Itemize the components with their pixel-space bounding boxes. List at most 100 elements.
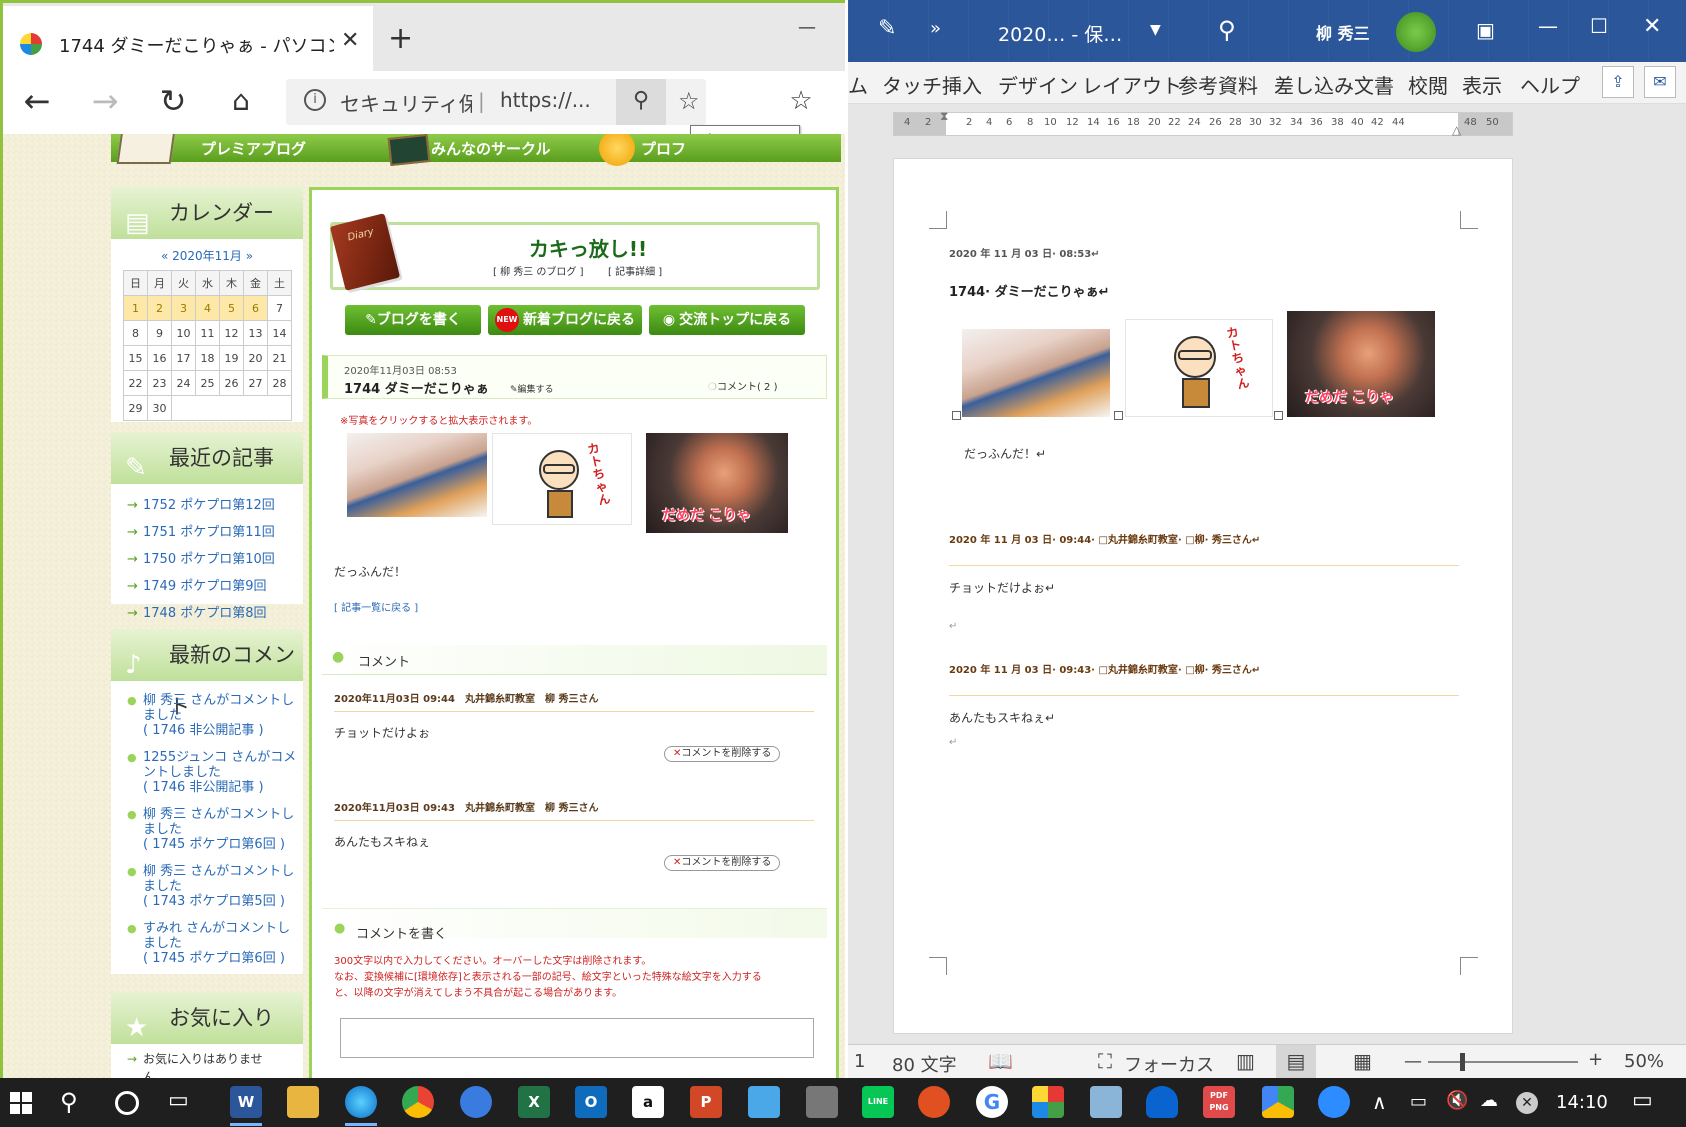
- mute-speaker-icon[interactable]: 🔇: [1446, 1090, 1468, 1111]
- photo-ikariya[interactable]: だめだ こりゃ: [646, 433, 788, 533]
- refresh-icon[interactable]: ↻: [151, 81, 195, 121]
- tab-mailings[interactable]: 差し込み文書: [1274, 70, 1394, 99]
- chrome-icon[interactable]: [402, 1086, 434, 1118]
- notifications-icon[interactable]: ▭: [1632, 1088, 1653, 1113]
- disconnected-icon[interactable]: ✕: [1516, 1092, 1538, 1114]
- comments-icon[interactable]: ✉: [1644, 66, 1676, 98]
- close-icon[interactable]: ✕: [1643, 14, 1661, 39]
- windows-start-icon[interactable]: [10, 1092, 32, 1114]
- photos-icon[interactable]: [1032, 1086, 1064, 1118]
- cortana-icon[interactable]: [115, 1091, 139, 1115]
- share-icon[interactable]: ⇪: [1602, 66, 1634, 98]
- minimize-icon[interactable]: —: [1538, 14, 1558, 38]
- explorer-icon[interactable]: [287, 1086, 319, 1118]
- address-url[interactable]: https://...: [500, 88, 610, 112]
- close-tab-icon[interactable]: ✕: [341, 28, 359, 53]
- photo-shimura[interactable]: [347, 433, 487, 517]
- ruler[interactable]: 4 2 2 4 6 8 10 12 14 16 18 20 22 24 26 2…: [893, 109, 1513, 137]
- minimize-button[interactable]: —: [798, 17, 816, 38]
- print-layout-icon[interactable]: ▤: [1276, 1045, 1316, 1078]
- word-count[interactable]: 80 文字: [892, 1051, 957, 1077]
- delete-comment-button[interactable]: ✕コメントを削除する: [664, 855, 781, 871]
- proofing-icon[interactable]: 📖: [988, 1049, 1013, 1073]
- recent-post-link[interactable]: 1750 ポケプロ第10回: [127, 546, 303, 573]
- title-dropdown-icon[interactable]: ▼: [1150, 22, 1161, 38]
- tab-help[interactable]: ヘルプ: [1520, 70, 1580, 99]
- ribbon-display-icon[interactable]: ▣: [1476, 18, 1495, 42]
- settings-app-icon[interactable]: [806, 1086, 838, 1118]
- comment-textarea[interactable]: [340, 1018, 814, 1058]
- blog-name[interactable]: カキっ放し!!: [493, 233, 683, 262]
- tab-touch[interactable]: タッチ: [882, 70, 942, 99]
- zoom-icon[interactable]: ⚲: [616, 79, 666, 125]
- zoom-level[interactable]: 50%: [1624, 1051, 1664, 1072]
- zoom-in-button[interactable]: +: [1588, 1049, 1603, 1070]
- excel-icon[interactable]: X: [518, 1086, 550, 1118]
- new-blogs-button[interactable]: NEW 新着ブログに戻る: [488, 305, 642, 335]
- zoom-slider[interactable]: [1428, 1061, 1578, 1063]
- outlook-icon[interactable]: O: [575, 1086, 607, 1118]
- selection-handle-icon[interactable]: [1114, 411, 1123, 420]
- recent-post-link[interactable]: 1749 ポケプロ第9回: [127, 573, 303, 600]
- web-layout-icon[interactable]: ▦: [1353, 1049, 1372, 1073]
- comment-count-link[interactable]: ❍コメント( 2 ): [708, 378, 778, 393]
- nav-premium-blog[interactable]: プレミアブログ: [201, 138, 306, 159]
- google-icon[interactable]: G: [976, 1086, 1008, 1118]
- recent-post-link[interactable]: 1748 ポケプロ第8回: [127, 600, 303, 627]
- home-icon[interactable]: ⌂: [219, 81, 263, 121]
- onedrive-icon[interactable]: [1146, 1086, 1178, 1118]
- calendar-month[interactable]: « 2020年11月 »: [111, 247, 303, 264]
- tab-review[interactable]: 校閲: [1408, 70, 1448, 99]
- tab-home[interactable]: ム: [848, 70, 868, 99]
- latest-comment-item[interactable]: 柳 秀三 さんがコメントしました( 1745 ポケプロ第6回 ): [127, 807, 303, 852]
- new-tab-button[interactable]: +: [388, 21, 413, 56]
- latest-comment-item[interactable]: 1255ジュンコ さんがコメントしました( 1746 非公開記事 ): [127, 750, 303, 795]
- focus-icon[interactable]: ⛶: [1098, 1049, 1112, 1073]
- selection-handle-icon[interactable]: [952, 411, 961, 420]
- clock[interactable]: 14:10: [1556, 1092, 1608, 1113]
- focus-label[interactable]: フォーカス: [1124, 1051, 1214, 1077]
- exchange-top-button[interactable]: ◉ 交流トップに戻る: [649, 305, 805, 335]
- powerpoint-icon[interactable]: P: [690, 1086, 722, 1118]
- tab-references[interactable]: 参考資料: [1178, 70, 1258, 99]
- indent-marker-icon[interactable]: ⧗: [940, 109, 948, 124]
- tab-insert[interactable]: 挿入: [942, 70, 982, 99]
- battery-icon[interactable]: ▭: [1410, 1091, 1427, 1112]
- more-commands-icon[interactable]: »: [930, 18, 941, 39]
- tray-chevron-icon[interactable]: ∧: [1372, 1090, 1387, 1114]
- back-to-list-link[interactable]: [ 記事一覧に戻る ]: [334, 599, 418, 614]
- latest-comment-item[interactable]: 柳 秀三 さんがコメントしました( 1743 ポケプロ第5回 ): [127, 864, 303, 909]
- latest-comment-item[interactable]: 柳 秀三 さんがコメントしました( 1746 非公開記事 ): [127, 693, 303, 738]
- write-blog-button[interactable]: ✎ブログを書く: [345, 305, 481, 335]
- delete-comment-button[interactable]: ✕コメントを削除する: [664, 746, 781, 762]
- document-page[interactable]: 2020 年 11 月 03 日· 08:53↵ 1744· ダミーだこりゃぁ↵…: [893, 158, 1513, 1034]
- tab-view[interactable]: 表示: [1462, 70, 1502, 99]
- avatar[interactable]: [1396, 12, 1436, 52]
- photo-kato-cartoon[interactable]: カトちゃん: [492, 433, 632, 525]
- edit-link[interactable]: ✎編集する: [510, 382, 554, 395]
- recent-post-link[interactable]: 1752 ポケプロ第12回: [127, 492, 303, 519]
- play-store-icon[interactable]: [1262, 1086, 1294, 1118]
- maximize-icon[interactable]: ☐: [1590, 14, 1608, 38]
- address-bar[interactable]: i セキュリティ保護 | https://... ⚲ ☆: [286, 79, 706, 125]
- amazon-icon[interactable]: a: [632, 1086, 664, 1118]
- forward-icon[interactable]: →: [83, 81, 127, 121]
- doc-photo-ikariya[interactable]: だめだ こりゃ: [1287, 311, 1435, 417]
- people-icon[interactable]: [460, 1086, 492, 1118]
- search-icon[interactable]: ⚲: [1218, 16, 1236, 44]
- browser-tab[interactable]: 1744 ダミーだこりゃぁ - パソコン市民講 ✕: [3, 6, 373, 71]
- pdf-png-icon[interactable]: PDF PNG: [1203, 1086, 1235, 1118]
- zoom-app-icon[interactable]: [1318, 1086, 1350, 1118]
- nav-profile[interactable]: プロフ: [641, 138, 686, 159]
- doc-photo-shimura[interactable]: [962, 329, 1110, 417]
- app-card-icon[interactable]: [748, 1086, 780, 1118]
- search-icon[interactable]: ⚲: [60, 1088, 78, 1116]
- tab-layout[interactable]: レイアウト: [1082, 70, 1182, 99]
- quick-access-icon[interactable]: ✎: [878, 16, 896, 41]
- cloud-icon[interactable]: ☁: [1480, 1090, 1498, 1111]
- selection-handle-icon[interactable]: [1274, 411, 1283, 420]
- mascot-app-icon[interactable]: [918, 1086, 950, 1118]
- zoom-slider-thumb[interactable]: [1460, 1053, 1465, 1071]
- line-icon[interactable]: LINE: [862, 1086, 894, 1118]
- word-app-icon[interactable]: W: [230, 1086, 262, 1118]
